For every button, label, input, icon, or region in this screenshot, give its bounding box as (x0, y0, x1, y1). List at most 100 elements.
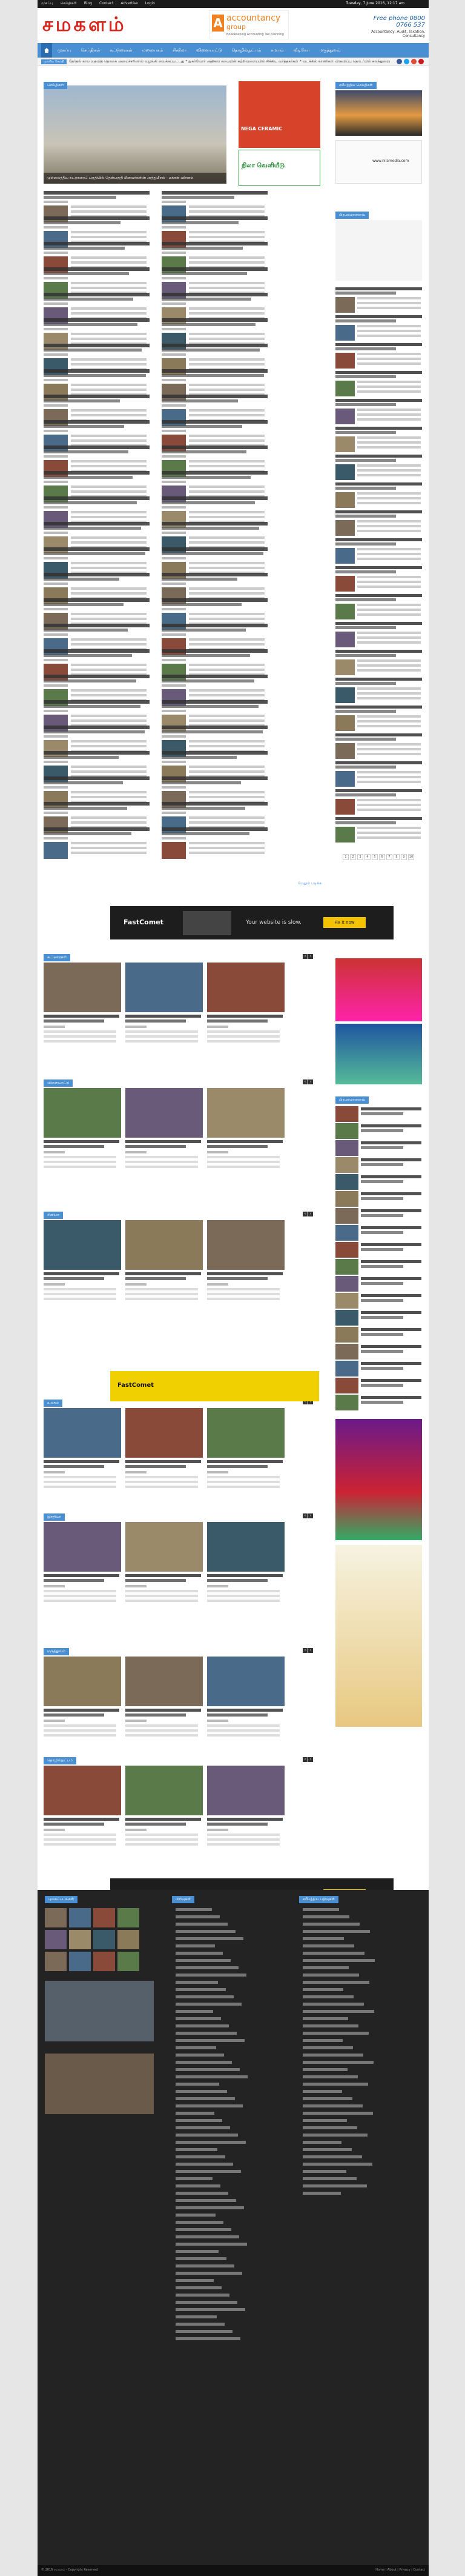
popular-title[interactable] (361, 1141, 421, 1144)
page-link[interactable]: 6 (379, 854, 385, 860)
article-title[interactable] (44, 832, 131, 835)
article-title[interactable] (44, 496, 150, 500)
chevron-right-icon[interactable]: › (308, 954, 313, 959)
article-thumbnail[interactable] (335, 353, 355, 369)
popular-title[interactable] (361, 1112, 403, 1115)
footer-link[interactable] (176, 2083, 219, 2086)
home-icon[interactable] (41, 43, 52, 58)
article-title[interactable] (44, 476, 133, 479)
chevron-right-icon[interactable]: › (308, 1513, 313, 1518)
article-title[interactable] (335, 793, 396, 796)
footer-thumbnail[interactable] (69, 1908, 91, 1927)
article-title[interactable] (162, 501, 255, 504)
article-title[interactable] (335, 427, 422, 430)
article-thumbnail[interactable] (335, 715, 355, 731)
card-title[interactable] (125, 1140, 201, 1143)
card-title[interactable] (207, 1140, 283, 1143)
popular-title[interactable] (361, 1146, 403, 1149)
popular-title[interactable] (361, 1362, 421, 1365)
article-title[interactable] (335, 515, 396, 518)
article-thumbnail[interactable] (335, 492, 355, 508)
featured-caption[interactable]: முல்லைத்தீவு கடற்கரைப் பகுதியில் தென்பகு… (44, 173, 226, 184)
card-image[interactable] (44, 1766, 121, 1815)
footer-link[interactable] (176, 2126, 230, 2129)
popular-title[interactable] (361, 1226, 421, 1229)
article-title[interactable] (162, 603, 242, 606)
footer-link[interactable] (176, 2090, 227, 2093)
footer-link[interactable] (176, 1915, 220, 1918)
popular-thumbnail[interactable] (335, 1310, 358, 1326)
popular-title[interactable] (361, 1294, 421, 1297)
card-title[interactable] (207, 1465, 268, 1468)
article-title[interactable] (162, 374, 264, 377)
article-thumbnail[interactable] (335, 381, 355, 396)
chevron-right-icon[interactable]: › (308, 1648, 313, 1653)
article-title[interactable] (162, 726, 268, 729)
footer-link[interactable] (176, 2301, 237, 2304)
card-title[interactable] (125, 1574, 201, 1577)
footer-link[interactable] (176, 2315, 217, 2318)
article-title[interactable] (162, 781, 241, 784)
footer-thumbnail[interactable] (93, 1952, 115, 1971)
article-title[interactable] (162, 445, 268, 449)
article-title[interactable] (44, 629, 128, 632)
card-title[interactable] (125, 1015, 201, 1018)
article-title[interactable] (335, 566, 422, 569)
card-image[interactable] (44, 1522, 121, 1572)
nav-item[interactable]: வீடியோ (289, 43, 314, 58)
article-title[interactable] (44, 598, 150, 602)
popular-title[interactable] (361, 1396, 421, 1399)
article-title[interactable] (162, 700, 268, 704)
card-title[interactable] (207, 1277, 268, 1280)
popular-thumbnail[interactable] (335, 1327, 358, 1343)
article-title[interactable] (162, 679, 254, 682)
footer-link[interactable] (176, 2264, 234, 2267)
page-link[interactable]: 2 (350, 854, 356, 860)
article-title[interactable] (162, 802, 268, 806)
article-title[interactable] (44, 420, 150, 424)
card-image[interactable] (207, 1408, 285, 1458)
article-thumbnail[interactable] (335, 520, 355, 536)
card-image[interactable] (125, 1766, 203, 1815)
sidebar-ad-temple[interactable] (335, 1545, 422, 1727)
card-title[interactable] (44, 1019, 104, 1023)
page-link[interactable]: 8 (394, 854, 400, 860)
footer-link[interactable] (176, 1952, 223, 1955)
page-link[interactable]: 5 (372, 854, 378, 860)
article-title[interactable] (44, 399, 120, 402)
footer-link[interactable] (176, 2243, 247, 2246)
footer-link[interactable] (303, 2141, 341, 2144)
popular-thumbnail[interactable] (335, 1157, 358, 1173)
article-title[interactable] (44, 344, 150, 347)
footer-link[interactable] (303, 1981, 369, 1984)
card-image[interactable] (44, 1657, 121, 1706)
footer-thumbnail[interactable] (45, 1908, 67, 1927)
card-image[interactable] (125, 963, 203, 1012)
footer-link[interactable] (176, 2148, 217, 2151)
article-title[interactable] (335, 626, 396, 629)
popular-title[interactable] (361, 1248, 403, 1251)
card-title[interactable] (125, 1579, 186, 1582)
article-thumbnail[interactable] (335, 799, 355, 815)
footer-link[interactable] (303, 1966, 349, 1969)
article-title[interactable] (335, 766, 396, 769)
article-title[interactable] (335, 682, 396, 685)
chevron-left-icon[interactable]: ‹ (303, 1079, 308, 1084)
article-title[interactable] (162, 730, 263, 733)
article-title[interactable] (162, 624, 268, 627)
nav-item[interactable]: முகப்பு (53, 43, 76, 58)
article-title[interactable] (44, 578, 119, 581)
page-link[interactable]: 1 (343, 854, 349, 860)
card-title[interactable] (207, 1574, 283, 1577)
article-title[interactable] (335, 598, 396, 601)
article-title[interactable] (335, 710, 396, 713)
article-title[interactable] (335, 594, 422, 597)
top-link[interactable]: Advertise (120, 1, 137, 6)
popular-title[interactable] (361, 1265, 403, 1268)
popular-title[interactable] (361, 1107, 421, 1110)
card-title[interactable] (44, 1823, 104, 1826)
footer-link[interactable] (303, 2177, 357, 2180)
popular-thumbnail[interactable] (335, 1378, 358, 1393)
footer-link[interactable] (303, 1995, 354, 1998)
card-image[interactable] (207, 1766, 285, 1815)
